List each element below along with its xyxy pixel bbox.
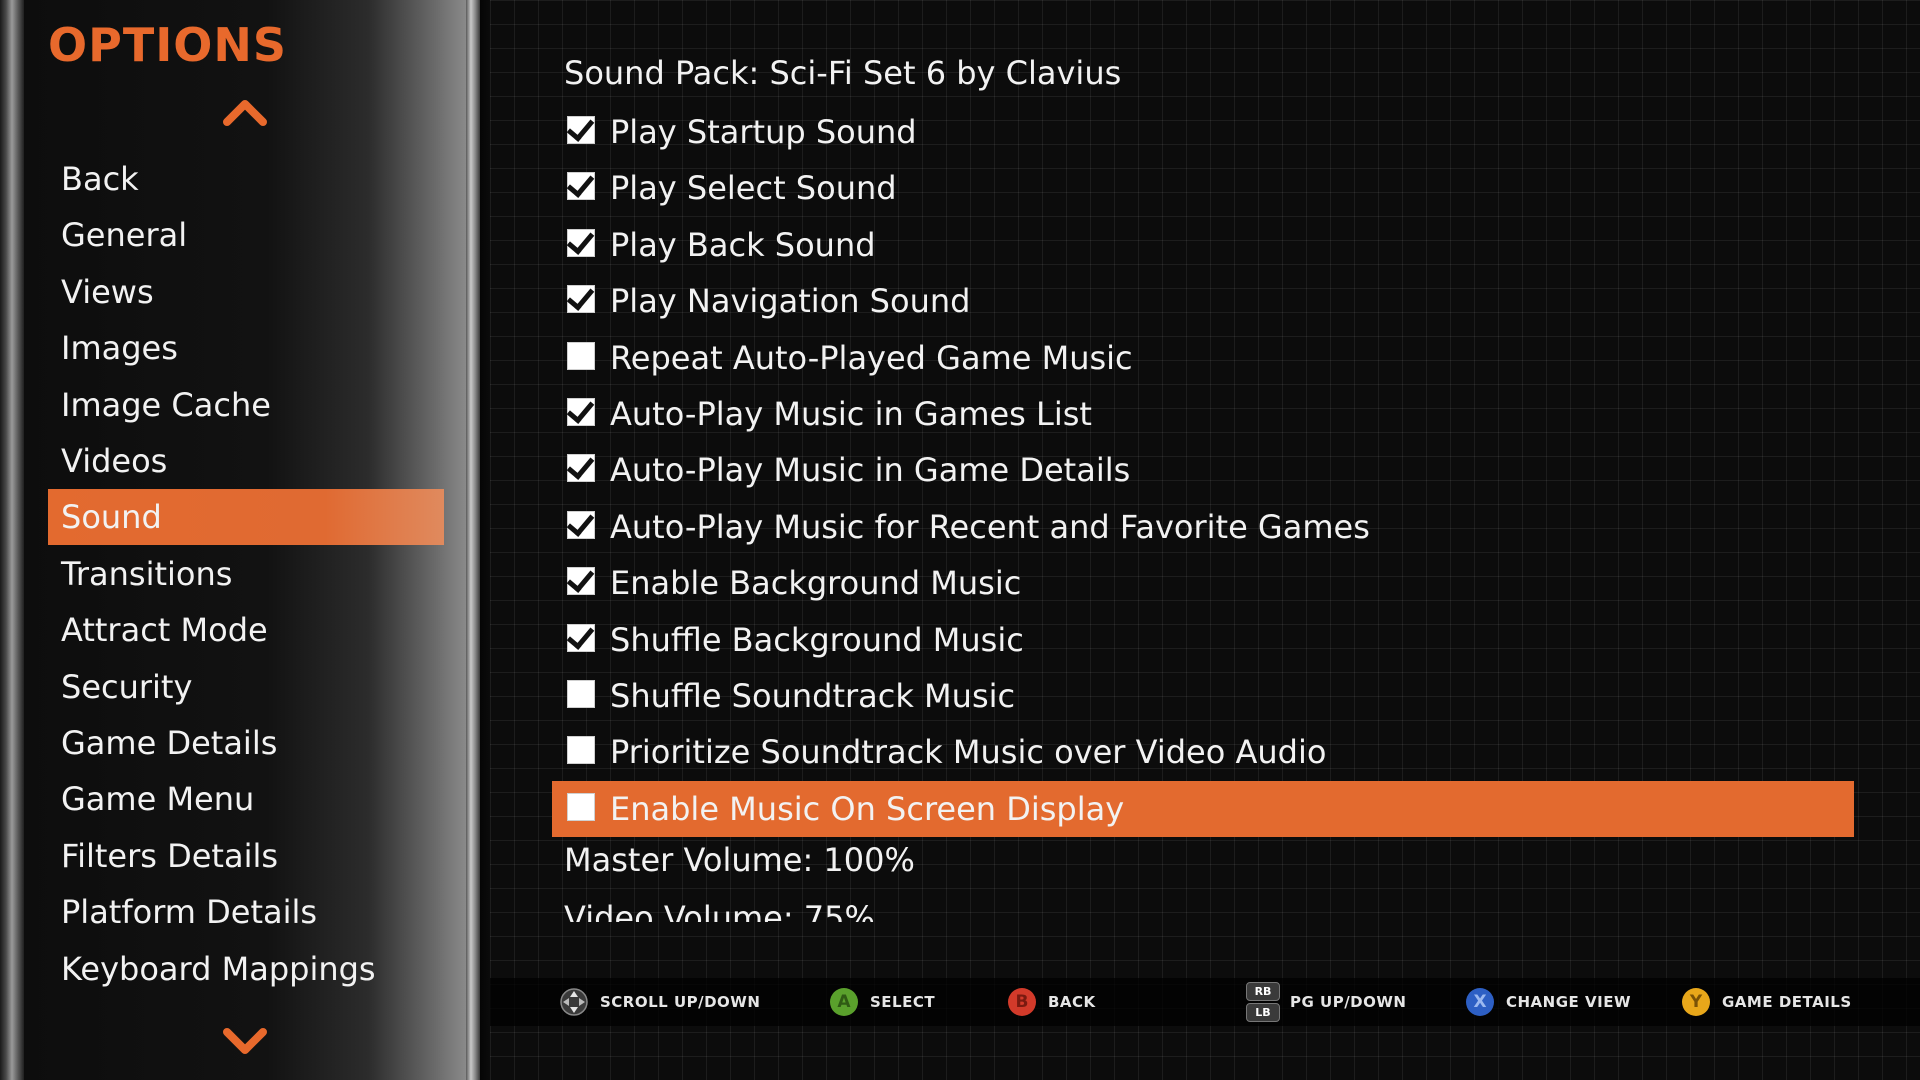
a-button-icon: A <box>830 988 858 1016</box>
option-label: Auto-Play Music in Game Details <box>610 451 1131 490</box>
sidebar-item-attract-mode[interactable]: Attract Mode <box>48 602 444 658</box>
checkbox-checked[interactable] <box>566 169 595 201</box>
checkmark-icon <box>566 113 595 142</box>
option-label: Repeat Auto-Played Game Music <box>610 338 1133 377</box>
option-row[interactable]: Auto-Play Music in Games List <box>552 386 1854 442</box>
chevron-down-icon[interactable] <box>221 1026 269 1060</box>
checkbox-checked[interactable] <box>566 451 595 483</box>
checkbox-unchecked[interactable] <box>567 792 595 821</box>
sound-pack-label[interactable]: Sound Pack: Sci-Fi Set 6 by Clavius <box>564 54 1121 92</box>
hint-back-label: BACK <box>1048 993 1096 1011</box>
option-row[interactable]: Play Back Sound <box>552 217 1854 273</box>
checkmark-icon <box>566 282 595 312</box>
options-title: OPTIONS <box>48 18 288 72</box>
master-volume-label[interactable]: Master Volume: 100% <box>564 841 915 879</box>
sidebar-item-images[interactable]: Images <box>48 320 444 376</box>
panel-divider <box>466 0 480 1080</box>
checkbox-unchecked[interactable] <box>567 341 595 370</box>
sidebar-item-keyboard-mappings[interactable]: Keyboard Mappings <box>48 941 444 997</box>
sidebar-item-sound[interactable]: Sound <box>48 489 444 546</box>
checkmark-icon <box>566 451 595 481</box>
checkbox-checked[interactable] <box>566 507 595 539</box>
checkmark-icon <box>566 395 595 424</box>
option-label: Auto-Play Music for Recent and Favorite … <box>610 507 1370 546</box>
option-label: Play Startup Sound <box>610 113 917 151</box>
option-row[interactable]: Play Navigation Sound <box>552 273 1854 329</box>
option-row[interactable]: Play Startup Sound <box>552 104 1854 160</box>
option-label: Shuffle Soundtrack Music <box>610 677 1016 715</box>
hint-page-label: PG UP/DOWN <box>1290 993 1407 1011</box>
checkbox-checked[interactable] <box>566 225 595 257</box>
checkbox-checked[interactable] <box>566 564 595 596</box>
option-label: Enable Background Music <box>610 564 1022 603</box>
sidebar-item-views[interactable]: Views <box>48 264 444 320</box>
hint-select-label: SELECT <box>870 993 936 1011</box>
checkbox-unchecked[interactable] <box>567 736 595 765</box>
hint-change-view: X CHANGE VIEW <box>1466 978 1631 1026</box>
hint-back: B BACK <box>1008 978 1096 1026</box>
sidebar-item-transitions[interactable]: Transitions <box>48 546 444 602</box>
sidebar-item-security[interactable]: Security <box>48 659 444 715</box>
option-row[interactable]: Auto-Play Music in Game Details <box>552 442 1854 498</box>
x-button-icon: X <box>1466 988 1494 1016</box>
option-label: Enable Music On Screen Display <box>610 789 1125 828</box>
checkbox-unchecked[interactable] <box>567 680 595 708</box>
sidebar-item-game-details[interactable]: Game Details <box>48 715 444 771</box>
button-hint-bar: SCROLL UP/DOWN A SELECT B BACK RB LB PG … <box>490 978 1920 1026</box>
sidebar-item-filters-details[interactable]: Filters Details <box>48 828 444 884</box>
option-label: Play Back Sound <box>610 225 876 264</box>
hint-change-view-label: CHANGE VIEW <box>1506 993 1631 1011</box>
checkbox-checked[interactable] <box>566 113 595 144</box>
hint-scroll: SCROLL UP/DOWN <box>560 978 760 1026</box>
checkbox-checked[interactable] <box>566 395 595 426</box>
lb-glyph: LB <box>1246 1003 1280 1022</box>
b-button-icon: B <box>1008 988 1036 1016</box>
option-row[interactable]: Enable Music On Screen Display <box>552 780 1854 837</box>
checkmark-icon <box>566 225 595 255</box>
option-label: Play Select Sound <box>610 169 897 208</box>
sidebar-item-game-menu[interactable]: Game Menu <box>48 771 444 827</box>
option-row[interactable]: Auto-Play Music for Recent and Favorite … <box>552 499 1854 555</box>
sidebar-item-image-cache[interactable]: Image Cache <box>48 377 444 433</box>
dpad-icon <box>560 988 588 1016</box>
option-row[interactable]: Repeat Auto-Played Game Music <box>552 330 1854 386</box>
option-label: Auto-Play Music in Games List <box>610 395 1092 433</box>
option-row[interactable]: Shuffle Soundtrack Music <box>552 668 1854 724</box>
hint-page: RB LB PG UP/DOWN <box>1246 978 1406 1026</box>
checkmark-icon <box>566 169 595 199</box>
panel-divider-shadow <box>480 0 490 1080</box>
video-volume-label[interactable]: Video Volume: 75% <box>564 898 875 922</box>
option-row[interactable]: Enable Background Music <box>552 555 1854 611</box>
option-label: Shuffle Background Music <box>610 620 1024 659</box>
hint-game-details: Y GAME DETAILS <box>1682 978 1852 1026</box>
checkbox-checked[interactable] <box>566 282 595 314</box>
option-row[interactable]: Shuffle Background Music <box>552 612 1854 668</box>
option-label: Play Navigation Sound <box>610 282 971 321</box>
sidebar-item-videos[interactable]: Videos <box>48 433 444 489</box>
sidebar-item-back[interactable]: Back <box>48 151 444 207</box>
hint-select: A SELECT <box>830 978 935 1026</box>
option-row[interactable]: Prioritize Soundtrack Music over Video A… <box>552 724 1854 780</box>
checkmark-icon <box>566 564 595 594</box>
hint-scroll-label: SCROLL UP/DOWN <box>600 993 761 1011</box>
option-label: Prioritize Soundtrack Music over Video A… <box>610 733 1327 772</box>
sidebar-item-platform-details[interactable]: Platform Details <box>48 884 444 940</box>
left-bezel <box>0 0 24 1080</box>
checkmark-icon <box>566 620 595 650</box>
checkbox-checked[interactable] <box>566 620 595 652</box>
hint-game-details-label: GAME DETAILS <box>1722 993 1852 1011</box>
checkmark-icon <box>566 507 595 537</box>
y-button-icon: Y <box>1682 988 1710 1016</box>
chevron-up-icon[interactable] <box>221 94 269 128</box>
rb-lb-icon: RB LB <box>1246 982 1280 1022</box>
rb-glyph: RB <box>1246 982 1280 1001</box>
sidebar-item-general[interactable]: General <box>48 207 444 263</box>
option-row[interactable]: Play Select Sound <box>552 160 1854 216</box>
